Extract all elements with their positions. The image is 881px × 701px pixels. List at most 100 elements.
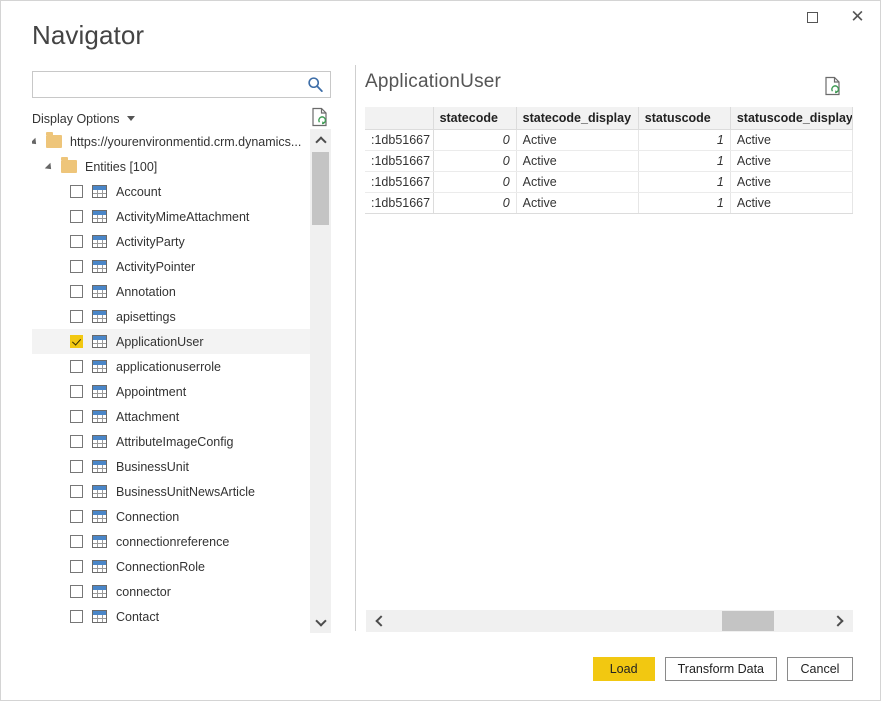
checkbox[interactable]	[70, 260, 83, 273]
column-header-statecode[interactable]: statecode	[433, 107, 517, 130]
scrollbar-thumb[interactable]	[312, 152, 329, 225]
scroll-left-button[interactable]	[366, 610, 392, 632]
checkbox-checked[interactable]	[70, 335, 83, 348]
tree-item-account[interactable]: Account	[32, 179, 310, 204]
cell-statecode: 0	[433, 150, 517, 172]
tree-item-label: ApplicationUser	[116, 334, 204, 349]
cell-id: :1db51667	[365, 150, 434, 172]
refresh-document-icon[interactable]	[824, 76, 842, 96]
tree-node-entities[interactable]: Entities [100]	[32, 154, 310, 179]
tree-item-activityparty[interactable]: ActivityParty	[32, 229, 310, 254]
search-icon[interactable]	[307, 76, 324, 93]
checkbox[interactable]	[70, 310, 83, 323]
column-header-statecode-display[interactable]: statecode_display	[516, 107, 639, 130]
cell-id: :1db51667	[365, 129, 434, 151]
cell-statecode: 0	[433, 129, 517, 151]
column-header-statuscode-display[interactable]: statuscode_display	[730, 107, 854, 130]
tree-item-annotation[interactable]: Annotation	[32, 279, 310, 304]
maximize-button[interactable]	[790, 1, 835, 33]
preview-data-grid[interactable]: statecode statecode_display statuscode s…	[365, 107, 854, 214]
cell-statuscode: 1	[638, 150, 731, 172]
tree-node-root[interactable]: https://yourenvironmentid.crm.dynamics..…	[32, 129, 310, 154]
preview-horizontal-scrollbar[interactable]	[366, 610, 853, 632]
tree-item-businessunitnewsarticle[interactable]: BusinessUnitNewsArticle	[32, 479, 310, 504]
tree-item-applicationuser[interactable]: ApplicationUser	[32, 329, 310, 354]
checkbox[interactable]	[70, 385, 83, 398]
table-icon	[92, 285, 107, 298]
checkbox[interactable]	[70, 360, 83, 373]
cell-statecode-display: Active	[516, 129, 639, 151]
cell-statecode-display: Active	[516, 192, 639, 214]
tree-item-label: ActivityMimeAttachment	[116, 209, 250, 224]
tree-vertical-scrollbar[interactable]	[310, 129, 331, 633]
entity-tree[interactable]: https://yourenvironmentid.crm.dynamics..…	[32, 129, 331, 633]
column-header-rowid[interactable]	[365, 107, 434, 130]
tree-item-label: Annotation	[116, 284, 176, 299]
dialog-footer: Load Transform Data Cancel	[592, 657, 853, 681]
column-header-statuscode[interactable]: statuscode	[638, 107, 731, 130]
checkbox[interactable]	[70, 435, 83, 448]
expand-triangle-icon[interactable]	[47, 162, 56, 171]
tree-node-entities-label: Entities [100]	[85, 159, 158, 174]
cell-statuscode-display: Active	[730, 150, 854, 172]
table-row[interactable]: :1db51667 0 Active 1 Active	[365, 192, 854, 214]
tree-item-connector[interactable]: connector	[32, 579, 310, 604]
tree-item-connectionreference[interactable]: connectionreference	[32, 529, 310, 554]
expand-triangle-icon[interactable]	[32, 137, 41, 146]
cell-statecode: 0	[433, 171, 517, 193]
preview-pane: ApplicationUser	[365, 71, 854, 96]
close-button[interactable]: ✕	[835, 1, 880, 33]
tree-item-label: Account	[116, 184, 162, 199]
tree-item-label: BusinessUnitNewsArticle	[116, 484, 255, 499]
table-row[interactable]: :1db51667 0 Active 1 Active	[365, 150, 854, 172]
scrollbar-thumb[interactable]	[722, 611, 774, 631]
table-row[interactable]: :1db51667 0 Active 1 Active	[365, 171, 854, 193]
checkbox[interactable]	[70, 485, 83, 498]
checkbox[interactable]	[70, 585, 83, 598]
tree-item-activitypointer[interactable]: ActivityPointer	[32, 254, 310, 279]
tree-item-appointment[interactable]: Appointment	[32, 379, 310, 404]
scroll-down-button[interactable]	[310, 612, 331, 633]
checkbox[interactable]	[70, 285, 83, 298]
folder-icon	[61, 157, 77, 173]
checkbox[interactable]	[70, 560, 83, 573]
tree-item-businessunit[interactable]: BusinessUnit	[32, 454, 310, 479]
table-icon	[92, 435, 107, 448]
cancel-button[interactable]: Cancel	[787, 657, 853, 681]
search-input[interactable]	[33, 72, 303, 97]
scroll-right-button[interactable]	[827, 610, 853, 632]
scroll-up-button[interactable]	[310, 129, 331, 150]
tree-item-connection[interactable]: Connection	[32, 504, 310, 529]
checkbox[interactable]	[70, 460, 83, 473]
checkbox[interactable]	[70, 510, 83, 523]
transform-data-button[interactable]: Transform Data	[664, 657, 777, 681]
tree-item-activitymimeattachment[interactable]: ActivityMimeAttachment	[32, 204, 310, 229]
tree-item-attributeimageconfig[interactable]: AttributeImageConfig	[32, 429, 310, 454]
tree-item-label: ConnectionRole	[116, 559, 205, 574]
preview-title: ApplicationUser	[365, 71, 502, 92]
tree-item-label: connectionreference	[116, 534, 230, 549]
table-icon	[92, 210, 107, 223]
table-icon	[92, 585, 107, 598]
table-icon	[92, 335, 107, 348]
refresh-document-icon[interactable]	[311, 107, 329, 127]
tree-item-applicationuserrole[interactable]: applicationuserrole	[32, 354, 310, 379]
display-options-button[interactable]: Display Options	[32, 112, 135, 126]
checkbox[interactable]	[70, 210, 83, 223]
tree-item-attachment[interactable]: Attachment	[32, 404, 310, 429]
checkbox[interactable]	[70, 535, 83, 548]
checkbox[interactable]	[70, 185, 83, 198]
table-row[interactable]: :1db51667 0 Active 1 Active	[365, 129, 854, 151]
load-button[interactable]: Load	[592, 657, 655, 681]
chevron-down-icon	[126, 116, 135, 122]
tree-item-contact[interactable]: Contact	[32, 604, 310, 629]
tree-item-label: apisettings	[116, 309, 176, 324]
checkbox[interactable]	[70, 410, 83, 423]
search-box[interactable]	[32, 71, 331, 98]
tree-item-connectionrole[interactable]: ConnectionRole	[32, 554, 310, 579]
checkbox[interactable]	[70, 235, 83, 248]
tree-item-label: Connection	[116, 509, 180, 524]
table-icon	[92, 235, 107, 248]
checkbox[interactable]	[70, 610, 83, 623]
tree-item-apisettings[interactable]: apisettings	[32, 304, 310, 329]
